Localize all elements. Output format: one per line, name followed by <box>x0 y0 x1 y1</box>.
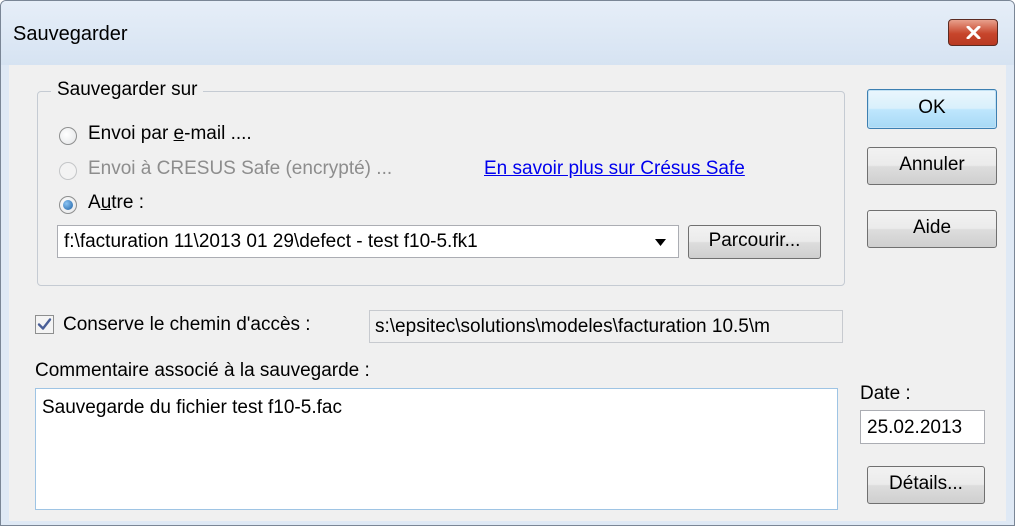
radio-email-label[interactable]: Envoi par e-mail .... <box>88 123 252 145</box>
radio-selected-dot <box>63 200 73 210</box>
radio-cresus-safe-label: Envoi à CRESUS Safe (encrypté) ... <box>88 158 393 179</box>
browse-button[interactable]: Parcourir... <box>688 225 821 259</box>
cancel-button[interactable]: Annuler <box>867 147 997 185</box>
radio-other-label[interactable]: Autre : <box>88 192 144 214</box>
details-button[interactable]: Détails... <box>867 466 985 504</box>
learn-more-link[interactable]: En savoir plus sur Crésus Safe <box>484 158 745 180</box>
radio-other[interactable] <box>59 196 77 214</box>
ok-button[interactable]: OK <box>867 89 997 129</box>
group-legend: Sauvegarder sur <box>51 79 204 101</box>
keep-path-field: s:\epsitec\solutions\modeles\facturation… <box>369 310 843 343</box>
path-combobox-value: f:\facturation 11\2013 01 29\defect - te… <box>64 231 478 252</box>
window-title: Sauvegarder <box>13 23 128 45</box>
comment-label: Commentaire associé à la sauvegarde : <box>35 360 370 381</box>
keep-path-checkbox[interactable] <box>35 315 54 334</box>
date-label: Date : <box>860 383 911 404</box>
comment-value: Sauvegarde du fichier test f10-5.fac <box>42 397 342 418</box>
checkmark-icon <box>37 318 52 330</box>
radio-cresus-safe <box>59 162 77 180</box>
close-icon <box>966 26 981 39</box>
help-button[interactable]: Aide <box>867 210 997 248</box>
radio-email[interactable] <box>59 127 77 145</box>
close-button[interactable] <box>948 19 998 46</box>
title-bar[interactable]: Sauvegarder <box>1 1 1014 65</box>
keep-path-value: s:\epsitec\solutions\modeles\facturation… <box>375 316 770 337</box>
save-dialog: Sauvegarder Sauvegarder sur Envoi par e-… <box>0 0 1015 526</box>
chevron-down-icon[interactable] <box>655 239 666 246</box>
dialog-body: Sauvegarder sur Envoi par e-mail .... En… <box>9 65 1006 521</box>
date-value: 25.02.2013 <box>867 417 963 438</box>
keep-path-label[interactable]: Conserve le chemin d'accès : <box>63 314 311 336</box>
comment-textarea[interactable]: Sauvegarde du fichier test f10-5.fac <box>35 388 838 510</box>
date-input[interactable]: 25.02.2013 <box>860 410 985 444</box>
path-combobox[interactable]: f:\facturation 11\2013 01 29\defect - te… <box>57 225 679 258</box>
